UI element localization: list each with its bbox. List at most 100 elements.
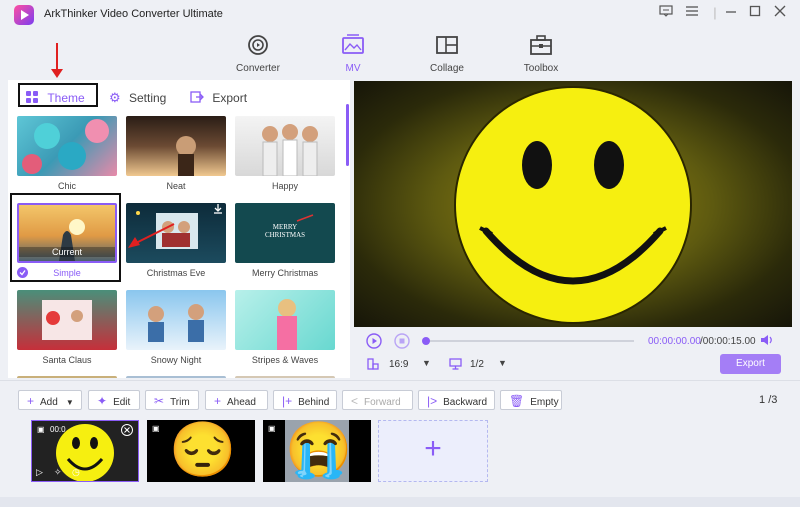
theme-label: Neat	[166, 181, 186, 191]
theme-label: Happy	[271, 181, 298, 191]
tab-theme[interactable]: Theme	[26, 87, 85, 109]
current-badge: Current	[19, 247, 115, 257]
backward-button[interactable]: |> Backward	[418, 390, 495, 410]
edit-button[interactable]: ✦ Edit	[88, 390, 140, 410]
nav-mv[interactable]: MV	[313, 34, 393, 74]
theme-thumb-merry-christmas[interactable]: MERRY CHRISTMAS	[235, 203, 335, 263]
trim-button[interactable]: ✂ Trim	[145, 390, 199, 410]
remove-clip-icon[interactable]	[121, 424, 133, 439]
chevron-right-icon: |>	[427, 394, 438, 408]
timeline-page: 1 /3	[759, 394, 777, 406]
theme-thumb-stripes-waves[interactable]	[235, 290, 335, 350]
theme-thumb-partial[interactable]	[17, 376, 117, 378]
clip-crying-emoji: 😭	[285, 420, 353, 482]
tab-setting[interactable]: ⚙ Setting	[109, 87, 166, 109]
chevron-left-icon: <	[351, 394, 359, 408]
theme-thumb-partial[interactable]	[235, 376, 335, 378]
mv-icon	[313, 34, 393, 56]
nav-converter[interactable]: Converter	[218, 34, 298, 74]
smiley-face-image	[454, 86, 692, 324]
nav-label: Converter	[236, 63, 280, 74]
theme-label: Santa Claus	[42, 355, 92, 365]
export-button[interactable]: Export	[720, 354, 781, 374]
page-total: /3	[768, 394, 778, 406]
volume-icon[interactable]	[760, 334, 774, 349]
theme-thumb-simple[interactable]: Current	[17, 203, 117, 263]
toolbox-icon	[501, 34, 581, 56]
theme-thumb-happy[interactable]	[235, 116, 335, 176]
maximize-icon[interactable]	[746, 5, 764, 21]
timeline-clip[interactable]: ▣ 😭	[263, 420, 371, 482]
app-logo	[14, 5, 34, 25]
aspect-ratio-value[interactable]: 16:9	[389, 359, 408, 370]
theme-label: Stripes & Waves	[251, 355, 319, 365]
plus-icon: +	[27, 394, 35, 408]
scissors-icon: ✂	[154, 394, 165, 408]
progress-handle[interactable]	[422, 337, 430, 345]
theme-panel: Theme ⚙ Setting Export Chic Neat Happy C…	[8, 80, 350, 378]
theme-label: Chic	[57, 181, 76, 191]
scrollbar[interactable]	[346, 104, 349, 166]
theme-label: Christmas Eve	[146, 268, 206, 278]
page-current: 1	[759, 394, 766, 406]
page-indicator[interactable]: 1/2	[470, 359, 484, 370]
nav-label: MV	[345, 63, 361, 74]
aspect-ratio-icon	[367, 358, 379, 373]
monitor-icon	[449, 358, 462, 373]
progress-bar[interactable]	[424, 340, 634, 342]
add-clip-button[interactable]: +	[378, 420, 488, 482]
ahead-button[interactable]: + Ahead	[205, 390, 268, 410]
play-icon[interactable]	[366, 333, 382, 352]
menu-icon[interactable]	[683, 5, 701, 21]
image-icon: ▣	[268, 424, 276, 433]
theme-thumb-santa-claus[interactable]	[17, 290, 117, 350]
tab-export-label: Export	[212, 91, 248, 105]
title-bar: ArkThinker Video Converter Ultimate |	[0, 0, 800, 28]
annotation-arrow-left	[126, 220, 176, 253]
theme-thumb-partial[interactable]	[126, 376, 226, 378]
clip-duration: 00:0	[50, 425, 66, 434]
current-time: 00:00:00.00	[648, 336, 701, 347]
nav-toolbox[interactable]: Toolbox	[501, 34, 581, 74]
download-icon[interactable]	[213, 204, 223, 217]
stop-icon[interactable]	[394, 333, 410, 352]
clip-edit-icon[interactable]: ✧	[54, 467, 62, 478]
theme-label: Merry Christmas	[251, 268, 318, 278]
theme-thumb-neat[interactable]	[126, 116, 226, 176]
tab-setting-label: Setting	[129, 91, 167, 105]
image-icon: ▣	[37, 425, 45, 434]
page-dropdown-icon[interactable]: ▼	[498, 358, 507, 368]
collage-icon	[407, 34, 487, 56]
behind-button[interactable]: |+ Behind	[273, 390, 337, 410]
timeline-clip-selected[interactable]: ▣ 00:0 ▷ ✧ ◷	[31, 420, 139, 482]
plus-icon: +	[214, 394, 222, 408]
tab-theme-label: Theme	[47, 91, 85, 105]
close-icon[interactable]	[771, 5, 789, 21]
annotation-arrow-down	[50, 43, 64, 82]
clip-clock-icon[interactable]: ◷	[72, 467, 80, 478]
tab-export[interactable]: Export	[190, 87, 247, 109]
feedback-icon[interactable]	[657, 5, 675, 21]
clip-play-icon[interactable]: ▷	[36, 467, 43, 478]
trash-icon: 🗑	[509, 394, 525, 408]
gear-icon: ⚙	[109, 90, 121, 105]
insert-behind-icon: |+	[282, 394, 293, 408]
add-button[interactable]: + Add ▼	[18, 390, 82, 410]
theme-grid-icon	[26, 91, 38, 105]
empty-button[interactable]: 🗑 Empty	[500, 390, 562, 410]
image-icon: ▣	[152, 424, 160, 433]
nav-label: Toolbox	[523, 63, 559, 74]
forward-button[interactable]: < Forward	[342, 390, 413, 410]
theme-thumb-snowy-night[interactable]	[126, 290, 226, 350]
theme-label: Snowy Night	[150, 355, 202, 365]
bottom-edge	[0, 497, 800, 507]
clip-pensive-emoji: 😔	[169, 420, 237, 480]
app-title: ArkThinker Video Converter Ultimate	[44, 8, 223, 20]
nav-collage[interactable]: Collage	[407, 34, 487, 74]
theme-thumb-chic[interactable]	[17, 116, 117, 176]
minimize-icon[interactable]	[722, 5, 740, 21]
export-icon	[190, 91, 204, 105]
timeline-clip[interactable]: ▣ 😔	[147, 420, 255, 482]
aspect-dropdown-icon[interactable]: ▼	[422, 358, 431, 368]
nav-label: Collage	[430, 63, 464, 74]
